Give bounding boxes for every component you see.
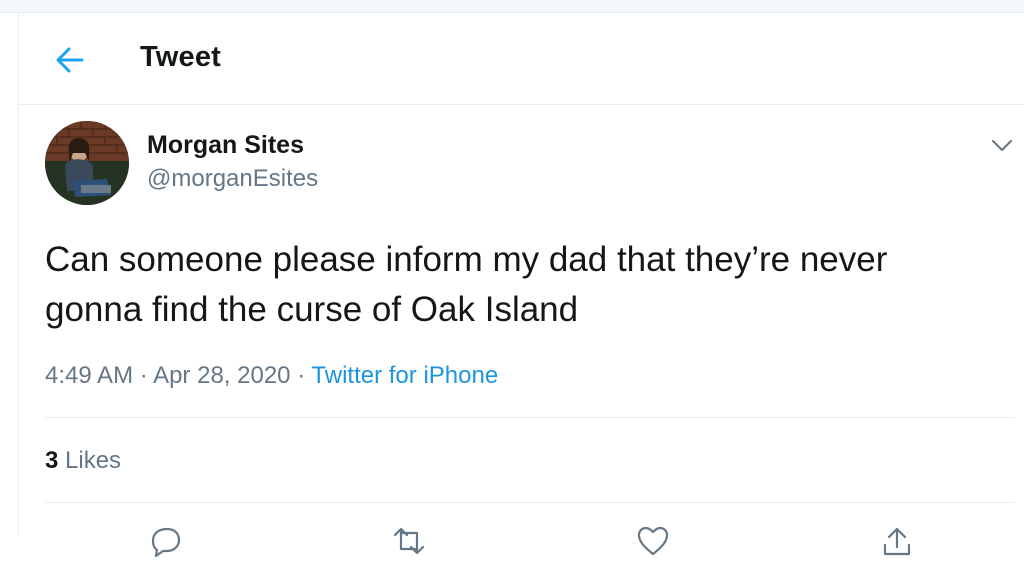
tweet-text: Can someone please inform my dad that th…: [45, 240, 888, 329]
tweet-menu-button[interactable]: [989, 133, 1015, 157]
author-display-name[interactable]: Morgan Sites: [147, 131, 304, 160]
browser-top-strip: [0, 0, 1024, 13]
arrow-left-icon: [56, 47, 84, 73]
share-button[interactable]: [877, 521, 917, 561]
share-icon: [883, 527, 911, 556]
divider: [45, 502, 1015, 503]
author-handle[interactable]: @morganEsites: [147, 165, 318, 193]
reply-icon: [151, 527, 181, 558]
like-button[interactable]: [633, 521, 673, 561]
retweet-icon: [393, 527, 425, 555]
profile-photo: [45, 121, 129, 205]
like-icon: [637, 526, 669, 556]
chevron-down-icon: [992, 140, 1012, 151]
likes-count: 3: [45, 447, 59, 474]
likes-label: Likes: [65, 447, 122, 474]
meta-separator: ·: [139, 362, 148, 389]
page-title: Tweet: [140, 41, 222, 73]
tweet-source-link[interactable]: Twitter for iPhone: [311, 362, 498, 389]
page-header: Tweet: [19, 13, 1024, 105]
divider: [45, 417, 1015, 418]
retweet-button[interactable]: [389, 521, 429, 561]
tweet-time[interactable]: 4:49 AM: [45, 362, 133, 389]
avatar[interactable]: [45, 121, 129, 205]
meta-separator: ·: [297, 362, 306, 389]
back-button[interactable]: [52, 43, 92, 77]
tweet-metadata: 4:49 AM · Apr 28, 2020 · Twitter for iPh…: [45, 362, 498, 390]
likes-stat[interactable]: 3 Likes: [45, 447, 121, 475]
reply-button[interactable]: [145, 521, 185, 561]
tweet-date[interactable]: Apr 28, 2020: [153, 362, 290, 389]
tweet-detail-column: Tweet Morgan Sites @morganEsites Can som…: [18, 13, 1024, 558]
